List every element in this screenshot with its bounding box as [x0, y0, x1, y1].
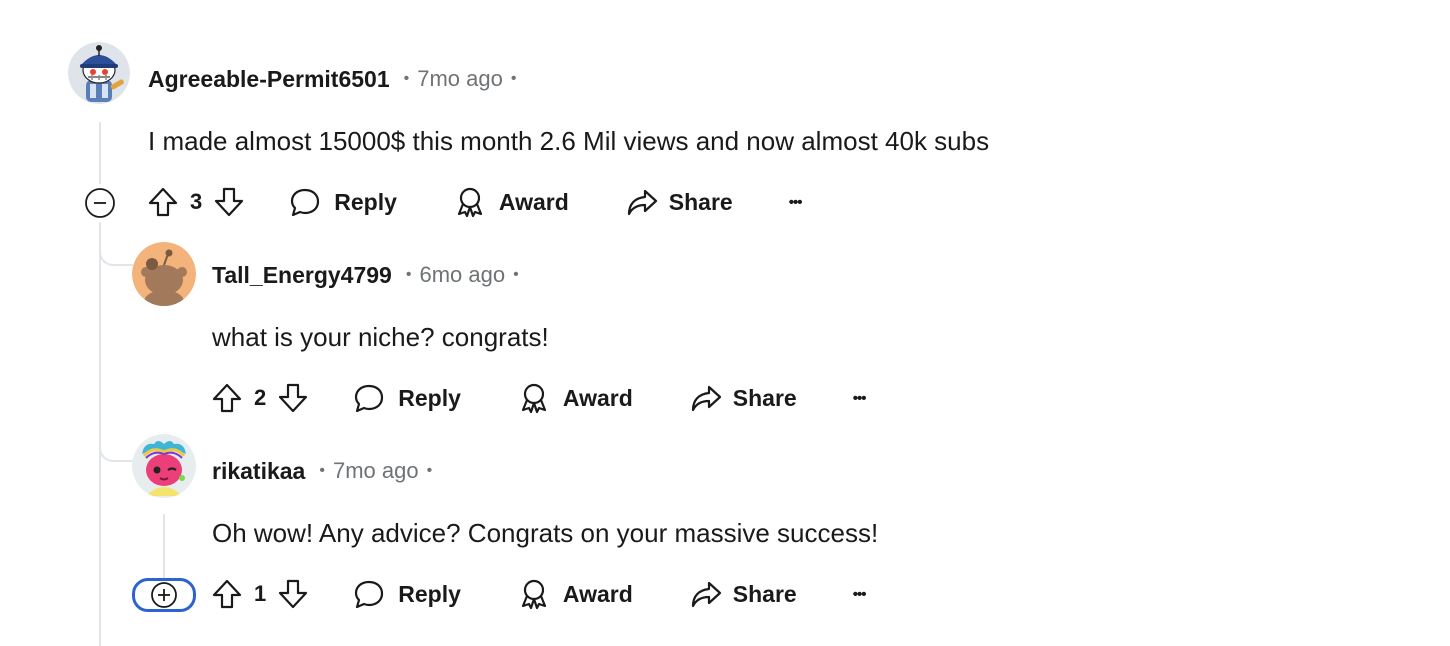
share-button[interactable]: Share	[689, 577, 797, 611]
more-options-button[interactable]: •••	[852, 585, 867, 603]
reply-button[interactable]: Reply	[352, 381, 461, 415]
reply-label: Reply	[398, 580, 461, 607]
ellipsis-icon: •••	[788, 193, 803, 211]
downvote-button[interactable]	[276, 577, 310, 611]
comment-body: what is your niche? congrats!	[212, 322, 549, 352]
separator-dot: •	[405, 266, 412, 283]
downvote-icon	[279, 579, 308, 609]
minus-circle-icon	[85, 188, 115, 218]
comment-meta: rikatikaa • 7mo ago •	[212, 454, 432, 488]
downvote-button[interactable]	[276, 381, 310, 415]
avatar[interactable]	[132, 434, 196, 498]
more-options-button[interactable]: •••	[852, 389, 867, 407]
speech-bubble-icon	[355, 580, 384, 609]
award-button[interactable]: Award	[517, 577, 633, 611]
username[interactable]: Tall_Energy4799	[212, 262, 392, 289]
share-label: Share	[732, 384, 797, 411]
plus-circle-icon	[151, 582, 177, 608]
collapse-button[interactable]	[83, 186, 117, 220]
avatar[interactable]	[68, 42, 130, 104]
comment-body: I made almost 15000$ this month 2.6 Mil …	[148, 126, 990, 156]
comment-actions: 2 Reply Award Share •••	[210, 376, 867, 420]
share-label: Share	[668, 188, 733, 215]
award-icon	[457, 187, 482, 218]
speech-bubble-icon	[355, 384, 384, 413]
separator-dot: •	[403, 70, 410, 87]
vote-count: 2	[254, 385, 267, 410]
reply-button[interactable]: Reply	[352, 577, 461, 611]
vote-count: 1	[254, 581, 267, 606]
username[interactable]: rikatikaa	[212, 458, 305, 485]
reply-label: Reply	[398, 384, 461, 411]
comment-meta: Tall_Energy4799 • 6mo ago •	[212, 258, 519, 292]
thread-branch-1	[99, 240, 133, 266]
award-icon	[521, 383, 546, 414]
reply-button[interactable]: Reply	[288, 185, 397, 219]
comment-body: Oh wow! Any advice? Congrats on your mas…	[212, 518, 879, 548]
share-button[interactable]: Share	[689, 381, 797, 415]
upvote-button[interactable]	[210, 577, 244, 611]
thread-branch-2	[99, 436, 137, 462]
thread-line-child	[163, 514, 165, 580]
share-icon	[691, 385, 721, 412]
award-label: Award	[562, 384, 633, 411]
award-label: Award	[562, 580, 633, 607]
avatar[interactable]	[132, 242, 196, 306]
speech-bubble-icon	[291, 188, 320, 217]
ellipsis-icon: •••	[852, 585, 867, 603]
reply-label: Reply	[334, 188, 397, 215]
share-icon	[691, 581, 721, 608]
award-label: Award	[498, 188, 569, 215]
username[interactable]: Agreeable-Permit6501	[148, 66, 390, 93]
comment-meta: Agreeable-Permit6501 • 7mo ago •	[148, 62, 516, 96]
downvote-icon	[279, 383, 308, 413]
timestamp[interactable]: 7mo ago	[333, 458, 419, 484]
share-label: Share	[732, 580, 797, 607]
thread-line-root	[99, 122, 101, 184]
share-button[interactable]: Share	[625, 185, 733, 219]
vote-count: 3	[190, 189, 203, 214]
separator-dot: •	[513, 266, 519, 283]
more-options-button[interactable]: •••	[788, 193, 803, 211]
award-button[interactable]: Award	[453, 185, 569, 219]
ellipsis-icon: •••	[852, 389, 867, 407]
award-button[interactable]: Award	[517, 381, 633, 415]
expand-button[interactable]	[132, 578, 196, 612]
separator-dot: •	[319, 462, 325, 479]
separator-dot: •	[510, 70, 517, 87]
timestamp[interactable]: 7mo ago	[417, 66, 503, 92]
upvote-icon	[212, 383, 242, 413]
thread-line-root-lower	[99, 222, 101, 646]
timestamp[interactable]: 6mo ago	[419, 262, 505, 288]
award-icon	[521, 579, 546, 610]
upvote-button[interactable]	[146, 185, 180, 219]
upvote-button[interactable]	[210, 381, 244, 415]
share-icon	[627, 189, 657, 216]
upvote-icon	[148, 187, 178, 217]
upvote-icon	[212, 579, 242, 609]
comment-actions: 3 Reply Award Share •••	[146, 180, 803, 224]
downvote-icon	[215, 187, 244, 217]
separator-dot: •	[426, 462, 433, 479]
downvote-button[interactable]	[212, 185, 246, 219]
comment-actions: 1 Reply Award Share •••	[210, 572, 867, 616]
